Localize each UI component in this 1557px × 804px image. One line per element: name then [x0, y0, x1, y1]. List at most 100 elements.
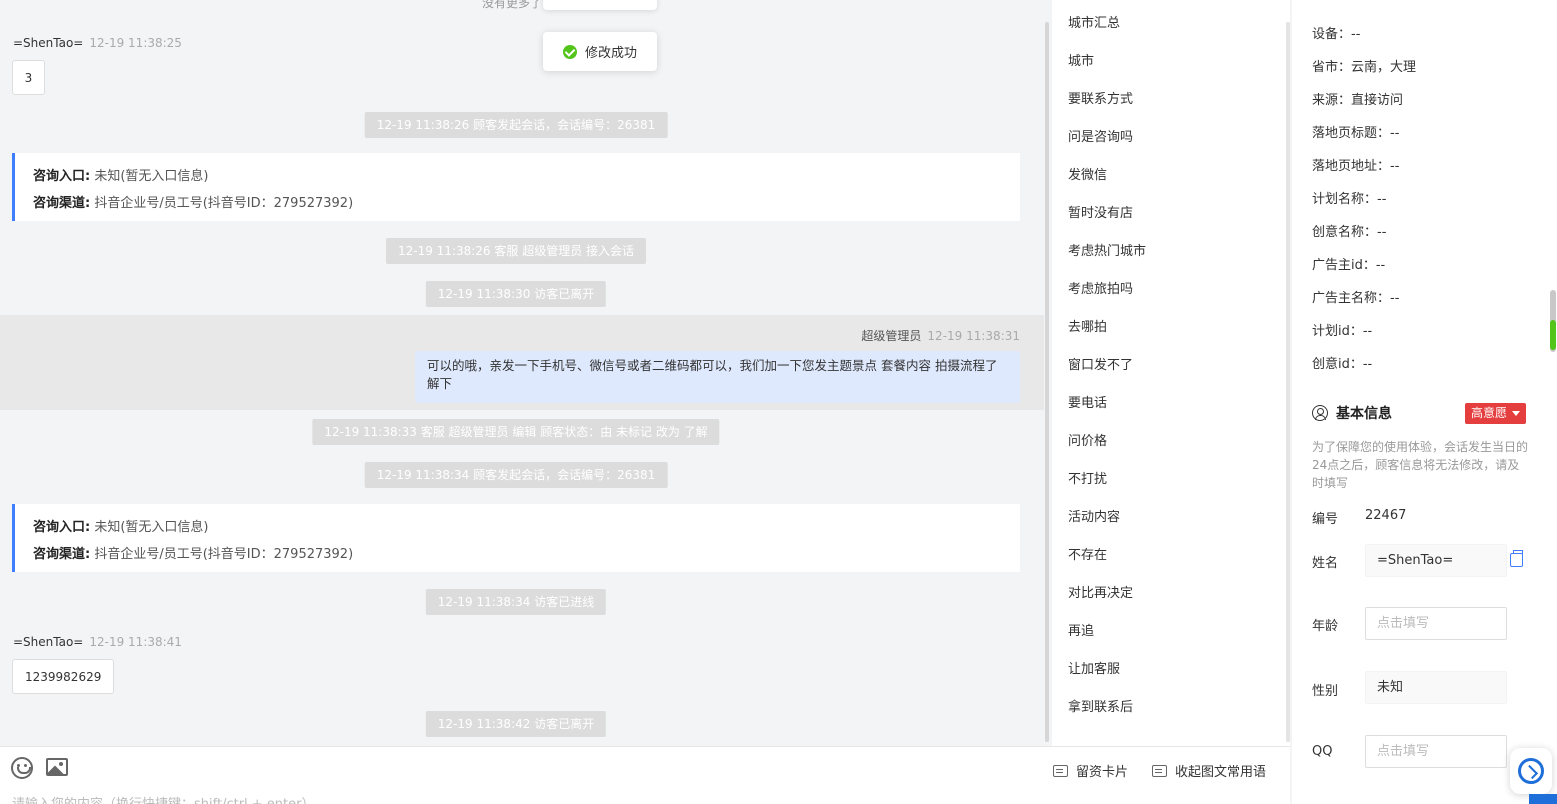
phrase-item[interactable]: 让加客服 — [1052, 651, 1290, 689]
collapse-phrases-button[interactable]: 收起图文常用语 — [1152, 761, 1266, 780]
id-label: 编号 — [1312, 512, 1339, 527]
basic-info-title: 基本信息 — [1312, 403, 1392, 423]
phrase-item[interactable]: 问是咨询吗 — [1052, 119, 1290, 157]
info-row-plan-name: 计划名称：-- — [1312, 192, 1387, 207]
qq-label: QQ — [1312, 744, 1333, 759]
phrase-item[interactable]: 考虑旅拍吗 — [1052, 271, 1290, 309]
no-more-label: 没有更多了 — [482, 0, 543, 10]
customer-message-meta: =ShenTao= 12-19 11:38:41 — [13, 635, 182, 649]
success-toast: 修改成功 — [543, 32, 657, 71]
system-message: 12-19 11:38:26 顾客发起会话，会话编号：26381 — [364, 112, 668, 138]
age-field[interactable]: 点击填写 — [1365, 607, 1507, 640]
info-row-province: 省市：云南，大理 — [1312, 60, 1417, 75]
info-row-advertiser-name: 广告主名称：-- — [1312, 291, 1400, 306]
phrases-scrollbar[interactable] — [1286, 22, 1290, 742]
info-row-source: 来源：直接访问 — [1312, 93, 1404, 108]
entry-value: 未知(暂无入口信息) — [94, 169, 209, 184]
message-time: 12-19 11:38:31 — [927, 329, 1020, 343]
customer-message-bubble: 1239982629 — [12, 659, 115, 694]
card-icon — [1053, 764, 1068, 777]
phrase-item[interactable]: 考虑热门城市 — [1052, 233, 1290, 271]
qq-field[interactable]: 点击填写 — [1365, 735, 1507, 768]
corner-button[interactable] — [1529, 794, 1557, 804]
info-row-landing-title: 落地页标题：-- — [1312, 126, 1400, 141]
chat-scrollbar[interactable] — [1045, 22, 1049, 742]
quick-phrases-panel: 城市汇总 城市 要联系方式 问是咨询吗 发微信 暂时没有店 考虑热门城市 考虑旅… — [1052, 0, 1290, 746]
phrase-item[interactable]: 要联系方式 — [1052, 81, 1290, 119]
info-row-creative-name: 创意名称：-- — [1312, 225, 1387, 240]
message-time: 12-19 11:38:25 — [89, 36, 182, 50]
system-message: 12-19 11:38:34 访客已进线 — [425, 589, 607, 615]
system-message: 12-19 11:38:34 顾客发起会话，会话编号：26381 — [364, 462, 668, 488]
toast-text: 修改成功 — [584, 46, 637, 61]
name-field[interactable]: =ShenTao= — [1365, 544, 1507, 577]
gender-select[interactable]: 未知 — [1365, 671, 1507, 704]
basic-info-label: 基本信息 — [1336, 406, 1392, 422]
system-message: 12-19 11:38:33 客服 超级管理员 编辑 顾客状态：由 未标记 改为… — [312, 419, 720, 445]
emoji-icon[interactable] — [11, 757, 33, 779]
agent-message-meta: 超级管理员 12-19 11:38:31 — [861, 327, 1020, 344]
chat-panel: 没有更多了 修改成功 =ShenTao= 12-19 11:38:25 3 12-… — [0, 0, 1044, 746]
gender-label: 性别 — [1312, 684, 1339, 699]
consult-info-card: 咨询入口: 未知(暂无入口信息) 咨询渠道: 抖音企业号/员工号(抖音号ID：2… — [12, 504, 1020, 572]
agent-name: 超级管理员 — [861, 329, 922, 343]
phrase-item[interactable]: 拿到联系后 — [1052, 689, 1290, 727]
phrase-item[interactable]: 暂时没有店 — [1052, 195, 1290, 233]
intent-dropdown[interactable]: 高意愿 — [1465, 403, 1527, 424]
image-icon[interactable] — [46, 758, 68, 776]
agent-message-row: 超级管理员 12-19 11:38:31 可以的哦，亲发一下手机号、微信号或者二维… — [0, 315, 1044, 410]
phrase-item[interactable]: 城市汇总 — [1052, 5, 1290, 43]
id-value: 22467 — [1365, 508, 1407, 523]
age-label: 年龄 — [1312, 619, 1339, 634]
phrase-item[interactable]: 城市 — [1052, 43, 1290, 81]
toast-ghost — [543, 0, 657, 10]
consult-info-card: 咨询入口: 未知(暂无入口信息) 咨询渠道: 抖音企业号/员工号(抖音号ID：2… — [12, 153, 1020, 221]
info-row-plan-id: 计划id：-- — [1312, 324, 1373, 339]
check-circle-icon — [562, 44, 577, 59]
leave-card-button[interactable]: 留资卡片 — [1053, 761, 1128, 780]
channel-label: 咨询渠道: — [33, 196, 91, 211]
phrase-item[interactable]: 再追 — [1052, 613, 1290, 651]
assistant-icon — [1518, 758, 1544, 784]
channel-value: 抖音企业号/员工号(抖音号ID：279527392) — [94, 196, 354, 211]
customer-info-panel: 设备：-- 省市：云南，大理 来源：直接访问 落地页标题：-- 落地页地址：--… — [1292, 0, 1557, 804]
customer-message-meta: =ShenTao= 12-19 11:38:25 — [13, 36, 182, 50]
input-bar: 留资卡片 收起图文常用语 请输入您的内容（换行快捷键：shift/ctrl + … — [0, 746, 1290, 804]
info-row-device: 设备：-- — [1312, 27, 1361, 42]
user-icon — [1312, 405, 1328, 421]
phrase-item[interactable]: 问价格 — [1052, 423, 1290, 461]
phrase-item[interactable]: 去哪拍 — [1052, 309, 1290, 347]
name-label: 姓名 — [1312, 556, 1339, 571]
entry-value: 未知(暂无入口信息) — [94, 520, 209, 535]
message-input[interactable]: 请输入您的内容（换行快捷键：shift/ctrl + enter） — [12, 793, 315, 804]
channel-value: 抖音企业号/员工号(抖音号ID：279527392) — [94, 547, 354, 562]
leave-card-label: 留资卡片 — [1076, 765, 1129, 780]
edit-notice: 为了保障您的使用体验，会话发生当日的24点之后，顾客信息将无法修改，请及时填写 — [1312, 440, 1529, 490]
entry-label: 咨询入口: — [33, 520, 91, 535]
info-row-landing-url: 落地页地址：-- — [1312, 159, 1400, 174]
phrases-icon — [1152, 764, 1167, 777]
phrase-item[interactable]: 要电话 — [1052, 385, 1290, 423]
sender-name: =ShenTao= — [13, 36, 84, 50]
system-message: 12-19 11:38:26 客服 超级管理员 接入会话 — [385, 238, 647, 264]
phrase-list: 城市汇总 城市 要联系方式 问是咨询吗 发微信 暂时没有店 考虑热门城市 考虑旅… — [1052, 0, 1290, 727]
caret-down-icon — [1512, 411, 1521, 416]
phrase-item[interactable]: 窗口发不了 — [1052, 347, 1290, 385]
collapse-phrases-label: 收起图文常用语 — [1175, 765, 1267, 780]
info-scrollbar-indicator — [1550, 320, 1556, 350]
system-message: 12-19 11:38:42 访客已离开 — [425, 711, 607, 737]
phrase-item[interactable]: 对比再决定 — [1052, 575, 1290, 613]
message-time: 12-19 11:38:41 — [89, 635, 182, 649]
phrase-item[interactable]: 不打扰 — [1052, 461, 1290, 499]
entry-label: 咨询入口: — [33, 169, 91, 184]
intent-label: 高意愿 — [1471, 406, 1508, 420]
assistant-float-button[interactable] — [1510, 748, 1552, 794]
phrase-item[interactable]: 发微信 — [1052, 157, 1290, 195]
phrase-item[interactable]: 活动内容 — [1052, 499, 1290, 537]
copy-icon[interactable] — [1510, 550, 1523, 567]
phrase-item[interactable]: 不存在 — [1052, 537, 1290, 575]
agent-message-bubble: 可以的哦，亲发一下手机号、微信号或者二维码都可以，我们加一下您发主题景点 套餐内… — [415, 351, 1020, 403]
sender-name: =ShenTao= — [13, 635, 84, 649]
info-row-creative-id: 创意id：-- — [1312, 357, 1373, 372]
system-message: 12-19 11:38:30 访客已离开 — [425, 281, 607, 307]
